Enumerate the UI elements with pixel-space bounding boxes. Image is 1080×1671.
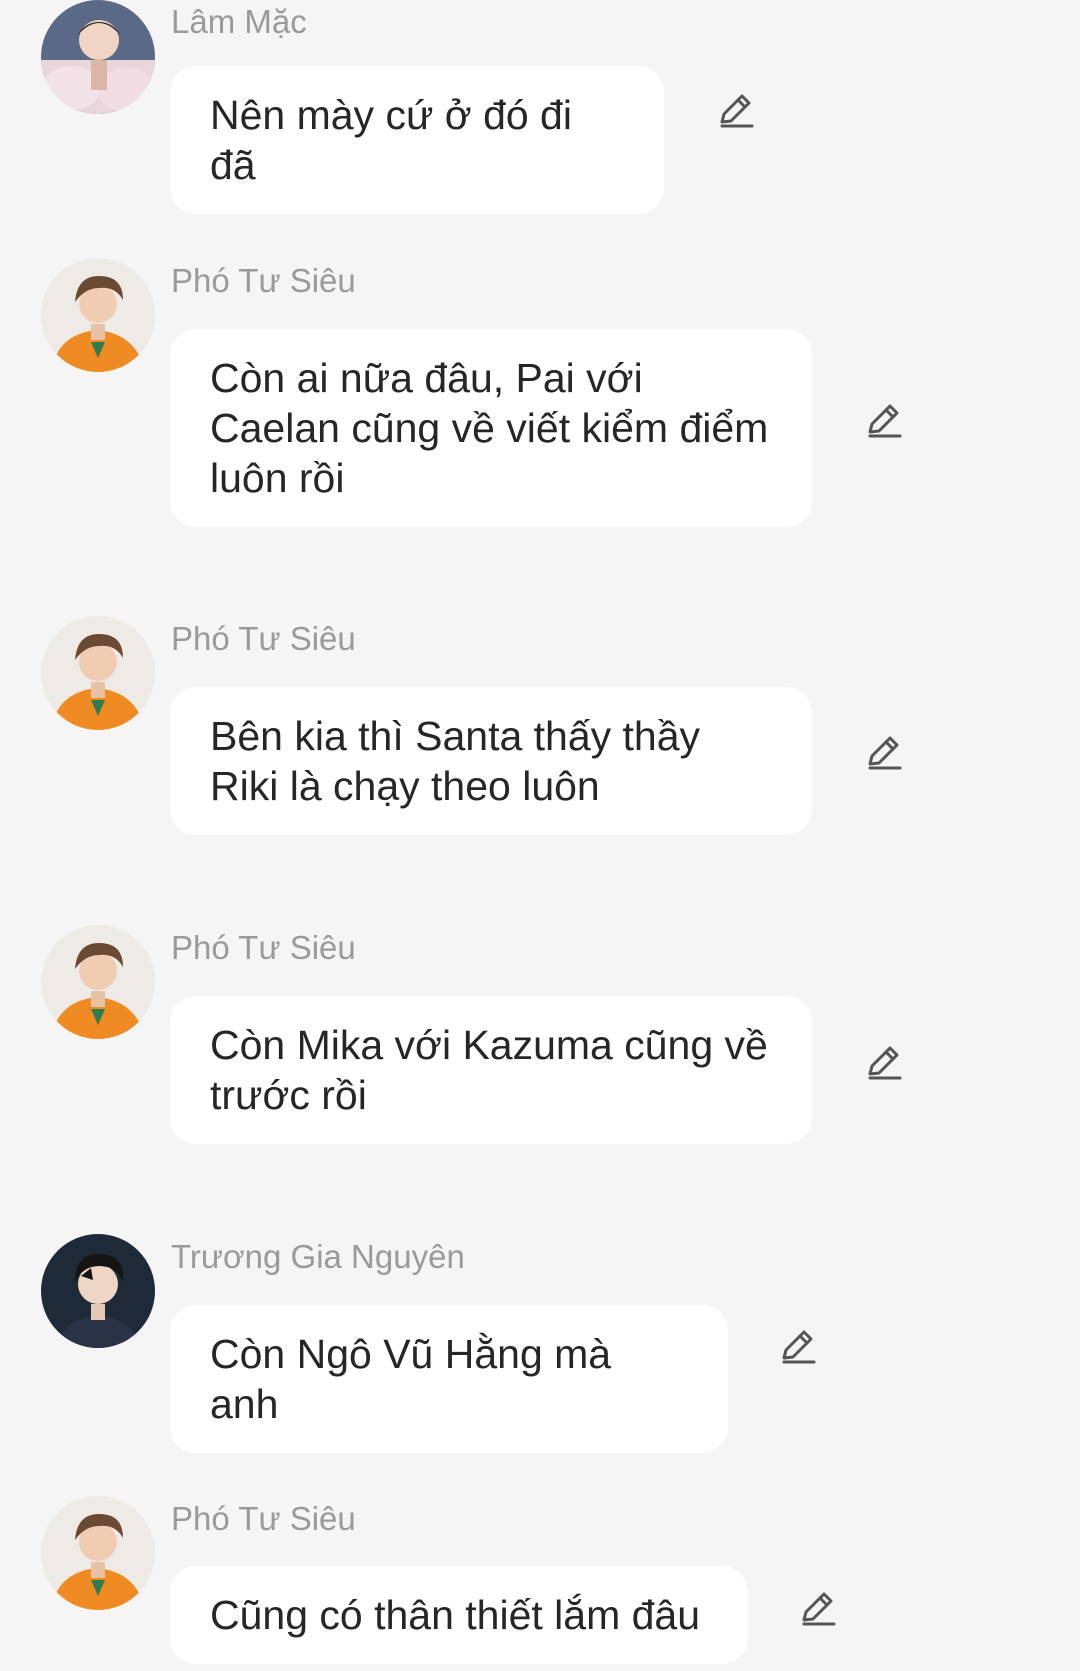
message-text: Cũng có thân thiết lắm đâu	[210, 1592, 701, 1638]
message-bubble[interactable]: Còn ai nữa đâu, Pai với Caelan cũng về v…	[170, 329, 812, 527]
sender-name: Lâm Mặc	[171, 3, 307, 40]
sender-name: Phó Tư Siêu	[171, 1500, 356, 1537]
message-bubble[interactable]: Cũng có thân thiết lắm đâu	[170, 1566, 748, 1664]
message-bubble[interactable]: Còn Ngô Vũ Hằng mà anh	[170, 1305, 728, 1453]
pencil-edit-icon[interactable]	[796, 1586, 840, 1630]
message-text: Còn ai nữa đâu, Pai với Caelan cũng về v…	[210, 355, 769, 501]
message-bubble[interactable]: Còn Mika với Kazuma cũng về trước rồi	[170, 996, 812, 1144]
message-text: Còn Mika với Kazuma cũng về trước rồi	[210, 1022, 768, 1118]
sender-name: Phó Tư Siêu	[171, 262, 356, 299]
pencil-edit-icon[interactable]	[862, 730, 906, 774]
avatar[interactable]	[41, 258, 155, 372]
chat-thread: Lâm Mặc Nên mày cứ ở đó đi đã Phó Tư Siê…	[0, 0, 1080, 1671]
avatar[interactable]	[41, 616, 155, 730]
message-text: Bên kia thì Santa thấy thầy Riki là chạy…	[210, 713, 701, 809]
avatar[interactable]	[41, 0, 155, 114]
pencil-edit-icon[interactable]	[714, 88, 758, 132]
pencil-edit-icon[interactable]	[862, 398, 906, 442]
sender-name: Trương Gia Nguyên	[171, 1238, 465, 1275]
message-bubble[interactable]: Bên kia thì Santa thấy thầy Riki là chạy…	[170, 687, 812, 835]
message-text: Nên mày cứ ở đó đi đã	[210, 92, 572, 188]
sender-name: Phó Tư Siêu	[171, 620, 356, 657]
pencil-edit-icon[interactable]	[862, 1040, 906, 1084]
sender-name: Phó Tư Siêu	[171, 929, 356, 966]
pencil-edit-icon[interactable]	[776, 1324, 820, 1368]
avatar[interactable]	[41, 1234, 155, 1348]
message-bubble[interactable]: Nên mày cứ ở đó đi đã	[170, 66, 664, 214]
message-text: Còn Ngô Vũ Hằng mà anh	[210, 1331, 612, 1427]
avatar[interactable]	[41, 1496, 155, 1610]
avatar[interactable]	[41, 925, 155, 1039]
